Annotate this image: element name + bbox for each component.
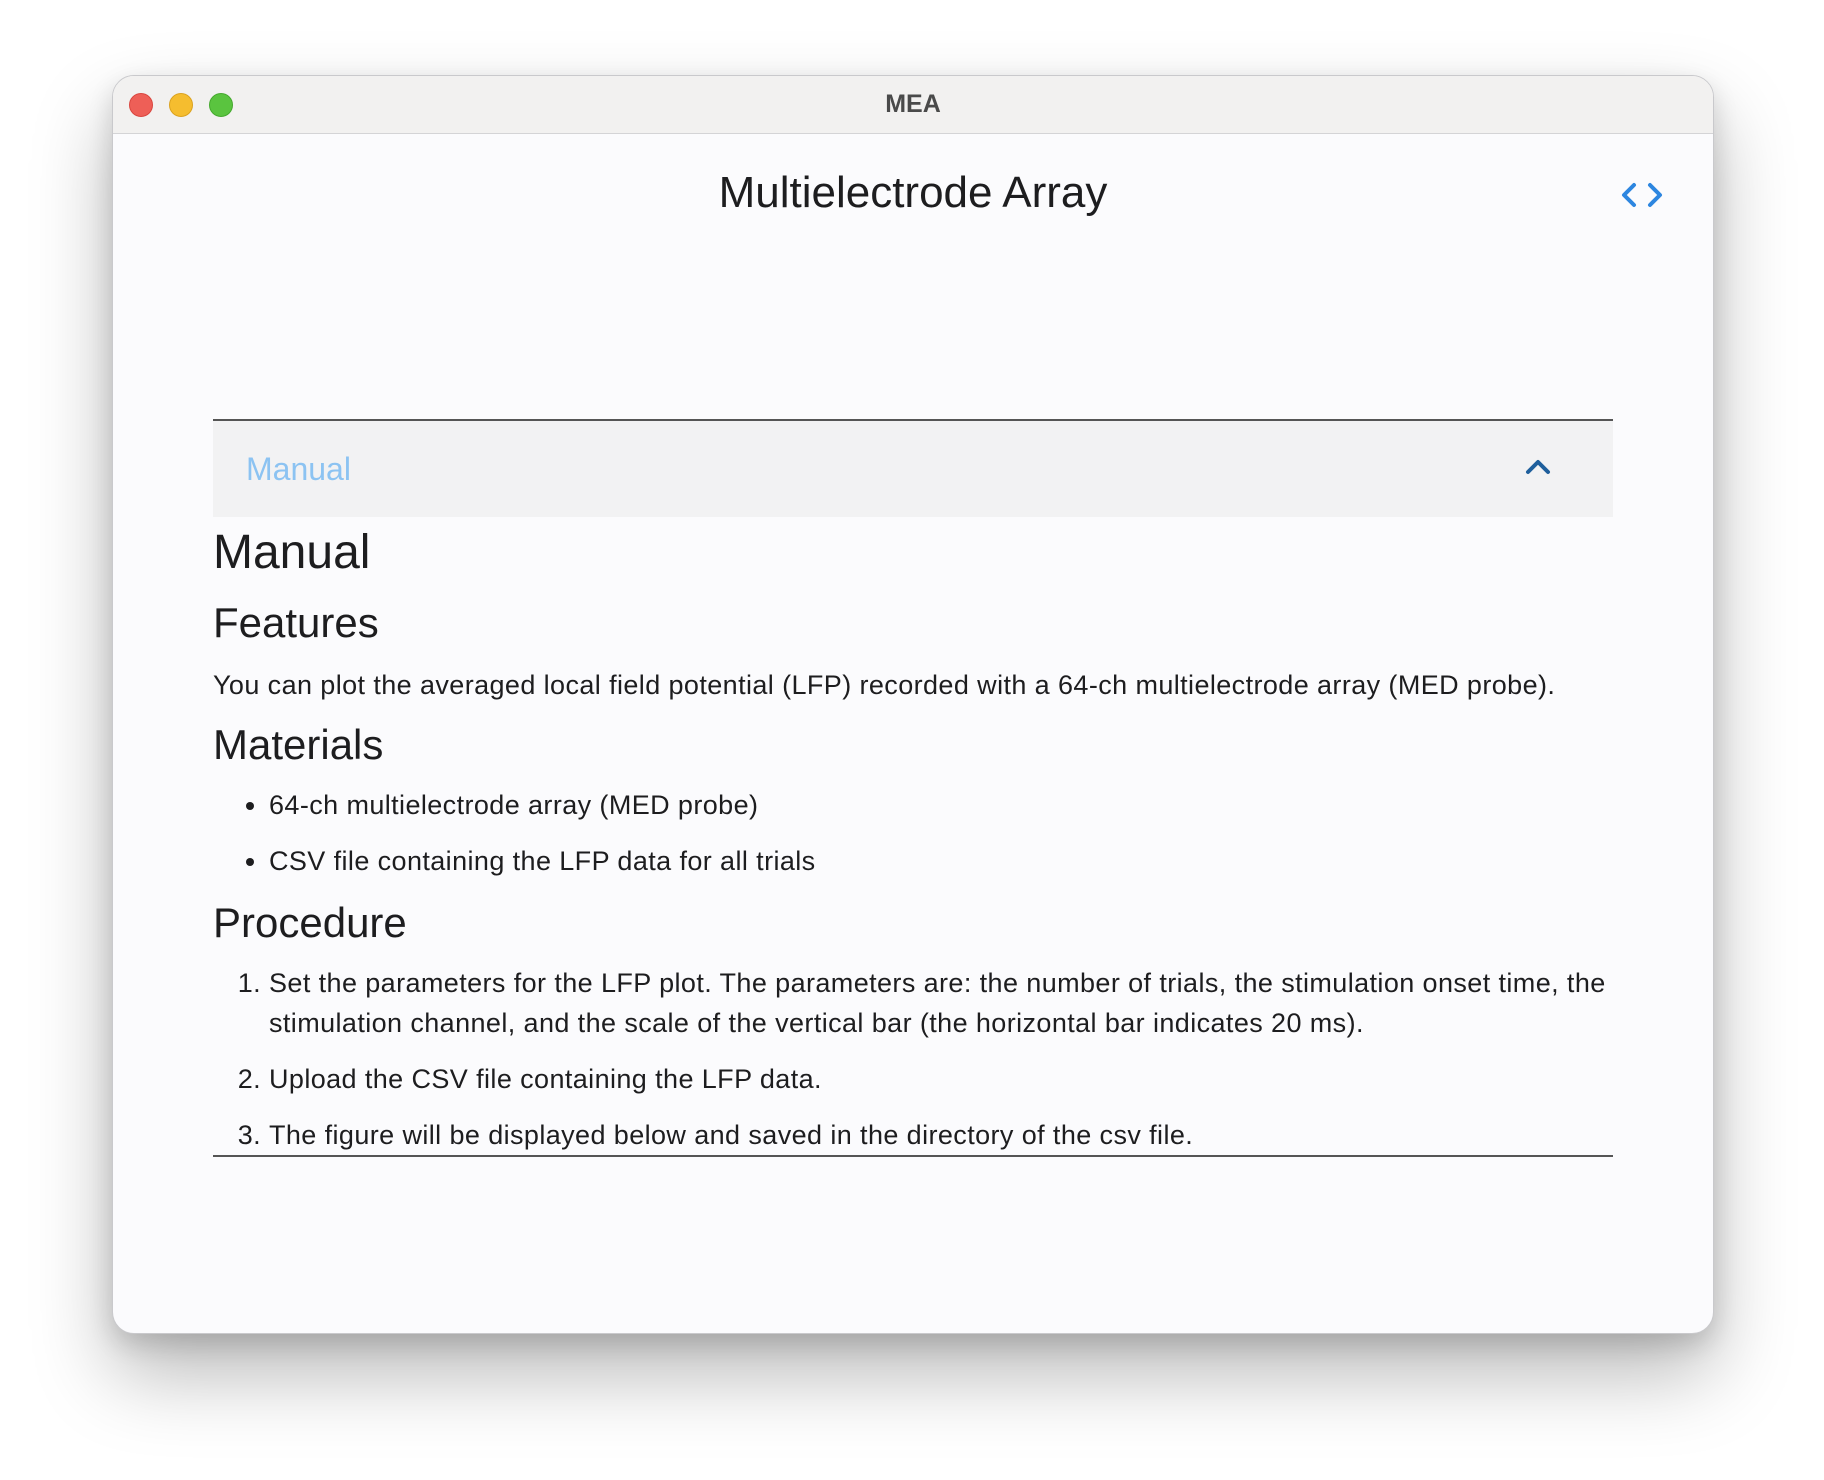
accordion-label: Manual: [246, 451, 351, 487]
app-window: MEA Multielectrode Array Manual Manual F…: [112, 75, 1714, 1334]
list-item: The figure will be displayed below and s…: [269, 1115, 1613, 1155]
window-title: MEA: [885, 90, 941, 118]
list-item: CSV file containing the LFP data for all…: [269, 841, 1613, 881]
code-toggle-button[interactable]: [1619, 180, 1665, 210]
title-bar[interactable]: MEA: [113, 76, 1713, 134]
materials-list: 64-ch multielectrode array (MED probe) C…: [213, 785, 1613, 881]
page-title: Multielectrode Array: [718, 168, 1108, 217]
bottom-divider: [213, 1155, 1613, 1157]
main-content: Multielectrode Array Manual Manual Featu…: [113, 134, 1713, 1333]
manual-panel: Manual Manual Features You can plot the …: [213, 419, 1613, 1157]
procedure-heading: Procedure: [213, 899, 407, 946]
features-text: You can plot the averaged local field po…: [213, 670, 1556, 700]
manual-accordion-header[interactable]: Manual: [213, 421, 1613, 517]
features-heading: Features: [213, 599, 379, 646]
manual-heading: Manual: [213, 526, 371, 579]
list-item: Upload the CSV file containing the LFP d…: [269, 1059, 1613, 1099]
list-item: 64-ch multielectrode array (MED probe): [269, 785, 1613, 825]
chevron-up-icon[interactable]: [1525, 457, 1551, 475]
manual-body: Manual Features You can plot the average…: [213, 523, 1613, 1157]
code-brackets-icon: [1622, 183, 1662, 207]
list-item: Set the parameters for the LFP plot. The…: [269, 963, 1613, 1043]
materials-heading: Materials: [213, 721, 384, 768]
procedure-list: Set the parameters for the LFP plot. The…: [213, 963, 1613, 1155]
